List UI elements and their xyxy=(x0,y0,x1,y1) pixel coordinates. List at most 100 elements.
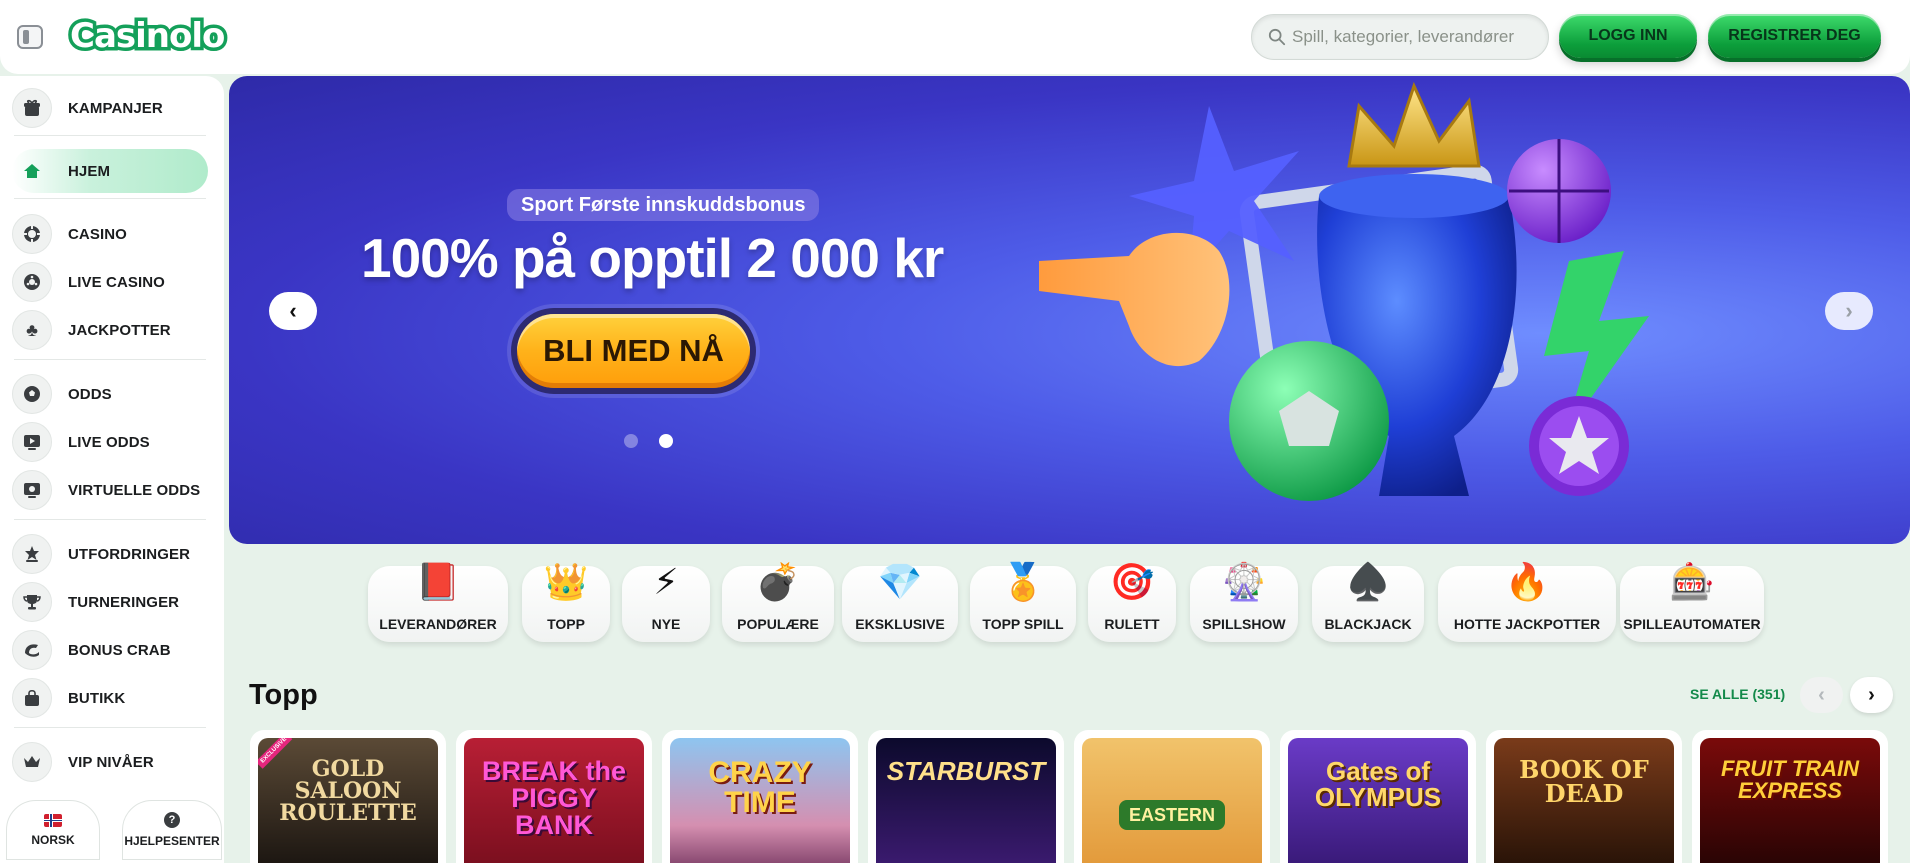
sidebar-item-label: UTFORDRINGER xyxy=(68,545,191,563)
divider xyxy=(14,727,206,728)
game-title: BREAK the PIGGY BANK xyxy=(481,756,626,840)
sidebar-item-virtuelle-odds[interactable]: VIRTUELLE ODDS xyxy=(12,468,208,512)
crown-icon: 👑 xyxy=(543,561,589,602)
sidebar-item-label: LIVE ODDS xyxy=(68,433,150,451)
hero-cta-label: BLI MED NÅ xyxy=(517,314,750,388)
game-title: EASTERN xyxy=(1118,800,1225,830)
category-spillshow[interactable]: 🎡 SPILLSHOW xyxy=(1190,561,1298,642)
sidebar-item-label: VIRTUELLE ODDS xyxy=(68,481,201,499)
category-eksklusive[interactable]: 💎 EKSKLUSIVE xyxy=(842,561,958,642)
sidebar-item-butikk[interactable]: BUTIKK xyxy=(12,676,208,720)
hero-prev-button[interactable]: ‹ xyxy=(269,292,317,330)
game-tile[interactable]: STARBURST xyxy=(868,730,1064,863)
register-button[interactable]: REGISTRER DEG xyxy=(1708,14,1881,58)
search-box[interactable] xyxy=(1251,14,1549,60)
hero-next-button[interactable]: › xyxy=(1825,292,1873,330)
search-input[interactable] xyxy=(1292,15,1537,59)
sidebar-item-hjem[interactable]: HJEM xyxy=(12,149,208,193)
search-icon xyxy=(1268,28,1286,46)
sidebar-item-bonus-crab[interactable]: BONUS CRAB xyxy=(12,628,208,672)
game-tile[interactable]: BREAK the PIGGY BANK xyxy=(456,730,652,863)
sidebar-item-casino[interactable]: CASINO xyxy=(12,212,208,256)
logo[interactable]: Casinolo xyxy=(66,13,228,60)
chevron-left-icon: ‹ xyxy=(1818,683,1825,706)
roulette-wheel-icon: 🎯 xyxy=(1109,561,1155,602)
category-hotte-jackpotter[interactable]: 🔥 HOTTE JACKPOTTER xyxy=(1438,561,1616,642)
game-thumbnail: BREAK the PIGGY BANK xyxy=(464,738,644,863)
see-all-link[interactable]: SE ALLE (351) xyxy=(1690,686,1785,702)
sidebar-item-live-casino[interactable]: LIVE CASINO xyxy=(12,260,208,304)
sidebar-item-jackpotter[interactable]: ♣ JACKPOTTER xyxy=(12,308,208,352)
category-populaere[interactable]: 💣 POPULÆRE xyxy=(722,561,834,642)
claw-icon xyxy=(12,630,52,670)
hero-cta-button[interactable]: BLI MED NÅ xyxy=(511,308,756,394)
category-topp-spill[interactable]: 🏅 TOPP SPILL xyxy=(970,561,1076,642)
home-icon xyxy=(12,151,52,191)
sidebar-item-vip[interactable]: VIP NIVÅER xyxy=(12,740,208,784)
chevron-right-icon: › xyxy=(1868,683,1875,706)
games-next-button[interactable]: › xyxy=(1850,677,1893,713)
category-leverandorer[interactable]: 📕 LEVERANDØRER xyxy=(368,561,508,642)
game-title: GOLD SALOON ROULETTE xyxy=(279,756,417,826)
category-label: NYE xyxy=(651,616,681,632)
game-thumbnail: EXCLUSIVE GOLD SALOON ROULETTE xyxy=(258,738,438,863)
carousel-dot-2-active[interactable] xyxy=(659,434,673,448)
category-blackjack[interactable]: ♠️ BLACKJACK xyxy=(1312,561,1424,642)
game-title: FRUIT TRAIN EXPRESS xyxy=(1720,756,1860,803)
game-tile[interactable]: CRAZY TIME xyxy=(662,730,858,863)
trophy-illustration xyxy=(1039,81,1649,501)
sidebar-toggle-icon[interactable] xyxy=(17,25,43,49)
shopping-bag-icon xyxy=(12,678,52,718)
sidebar-item-odds[interactable]: ODDS xyxy=(12,372,208,416)
category-label: TOPP SPILL xyxy=(982,616,1064,632)
medal-icon: 🏅 xyxy=(1000,561,1046,602)
category-label: TOPP xyxy=(547,616,585,632)
sidebar-item-label: VIP NIVÅER xyxy=(68,753,154,771)
games-prev-button[interactable]: ‹ xyxy=(1800,677,1843,713)
sidebar-item-kampanjer[interactable]: KAMPANJER xyxy=(12,86,208,130)
game-tile[interactable]: EASTERN xyxy=(1074,730,1270,863)
game-tile[interactable]: Gates of OLYMPUS xyxy=(1280,730,1476,863)
hero-banner[interactable]: Sport Første innskuddsbonus 100% på oppt… xyxy=(229,76,1910,544)
sidebar-item-label: KAMPANJER xyxy=(68,99,163,117)
language-button[interactable]: NORSK xyxy=(6,800,100,860)
sidebar-item-label: BUTIKK xyxy=(68,689,126,707)
category-nye[interactable]: ⚡ NYE xyxy=(622,561,710,642)
hero-title: 100% på opptil 2 000 kr xyxy=(361,227,944,289)
carousel-dot-1[interactable] xyxy=(624,434,638,448)
roulette-icon xyxy=(12,262,52,302)
game-thumbnail: STARBURST xyxy=(876,738,1056,863)
category-label: LEVERANDØRER xyxy=(379,616,497,632)
game-thumbnail: EASTERN xyxy=(1082,738,1262,863)
language-label: NORSK xyxy=(31,832,75,847)
category-label: POPULÆRE xyxy=(737,616,819,632)
casino-chip-icon xyxy=(12,214,52,254)
category-rulett[interactable]: 🎯 RULETT xyxy=(1088,561,1176,642)
category-label: SPILLEAUTOMATER xyxy=(1623,616,1761,632)
sidebar-item-utfordringer[interactable]: UTFORDRINGER xyxy=(12,532,208,576)
game-tile[interactable]: FRUIT TRAIN EXPRESS xyxy=(1692,730,1888,863)
category-label: SPILLSHOW xyxy=(1202,616,1286,632)
soccer-ball-icon xyxy=(12,374,52,414)
game-tile[interactable]: BOOK OF DEAD xyxy=(1486,730,1682,863)
sidebar-item-label: TURNERINGER xyxy=(68,593,180,611)
spade-icon: ♠️ xyxy=(1345,561,1391,602)
category-topp[interactable]: 👑 TOPP xyxy=(522,561,610,642)
game-thumbnail: Gates of OLYMPUS xyxy=(1288,738,1468,863)
divider xyxy=(14,198,206,199)
game-tile[interactable]: EXCLUSIVE GOLD SALOON ROULETTE xyxy=(250,730,446,863)
category-spilleautomater[interactable]: 🎰 SPILLEAUTOMATER xyxy=(1620,561,1764,642)
category-label: BLACKJACK xyxy=(1324,616,1412,632)
help-center-button[interactable]: ? HJELPESENTER xyxy=(122,800,222,860)
hero-badge: Sport Første innskuddsbonus xyxy=(507,189,820,221)
sidebar-item-turneringer[interactable]: TURNERINGER xyxy=(12,580,208,624)
login-button[interactable]: LOGG INN xyxy=(1559,14,1697,58)
chevron-right-icon: › xyxy=(1845,298,1853,323)
help-icon: ? xyxy=(164,812,180,828)
sidebar-item-live-odds[interactable]: LIVE ODDS xyxy=(12,420,208,464)
trophy-icon xyxy=(12,582,52,622)
crown-icon xyxy=(12,742,52,782)
fire-icon: 🔥 xyxy=(1504,561,1550,602)
sidebar-item-label: HJEM xyxy=(68,162,111,180)
divider xyxy=(14,359,206,360)
